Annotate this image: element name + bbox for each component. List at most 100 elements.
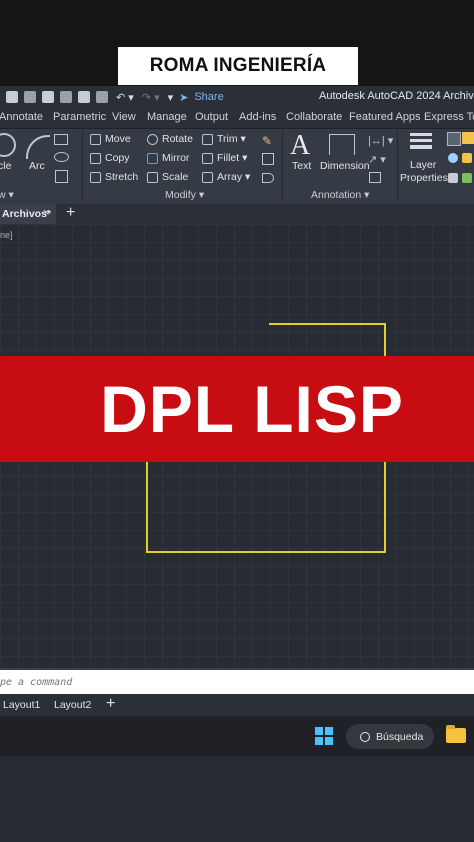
tab-featured-apps[interactable]: Featured Apps <box>349 111 421 123</box>
search-label: Búsqueda <box>376 730 424 743</box>
trim-button[interactable]: Trim ▾ <box>202 133 246 145</box>
layer-match-icon[interactable] <box>448 173 458 183</box>
share-button[interactable]: Share <box>194 91 223 103</box>
annotation-panel-label[interactable]: Annotation ▾ <box>311 189 369 201</box>
leader-icon[interactable]: ↗ ▾ <box>368 153 386 166</box>
layer-freeze-icon[interactable] <box>448 153 458 163</box>
trim-label: Trim ▾ <box>217 133 246 145</box>
add-layout-button[interactable]: + <box>106 695 115 713</box>
copy-label: Copy <box>105 152 130 164</box>
tab-express-tools[interactable]: Express Too <box>424 111 474 123</box>
tab-add-ins[interactable]: Add-ins <box>239 111 276 123</box>
panel-divider <box>397 131 398 201</box>
scale-icon <box>147 171 158 183</box>
mirror-label: Mirror <box>162 152 190 164</box>
fillet-button[interactable]: Fillet ▾ <box>202 152 247 164</box>
rotate-icon <box>147 133 158 145</box>
arc-icon[interactable] <box>26 135 50 159</box>
fillet-label: Fillet ▾ <box>217 152 248 164</box>
circle-button[interactable]: cle <box>0 160 11 172</box>
dimension-button[interactable]: Dimension <box>320 160 370 172</box>
layer-properties-icon[interactable] <box>410 133 432 149</box>
layer-lock-icon[interactable] <box>462 153 472 163</box>
rotate-label: Rotate <box>162 133 193 145</box>
ribbon: cle Arc w ▾ Move Rotate Trim ▾ ✎ Copy Mi… <box>0 128 474 205</box>
layer-iso-icon[interactable] <box>462 173 472 183</box>
hatch-icon[interactable] <box>55 170 68 183</box>
tab-layout2[interactable]: Layout2 <box>54 699 91 711</box>
search-icon <box>360 731 370 742</box>
ribbon-tab-bar: Annotate Parametric View Manage Output A… <box>0 108 474 128</box>
rectangle-icon[interactable] <box>54 134 68 145</box>
draw-panel-label[interactable]: w ▾ <box>0 189 14 201</box>
fillet-icon <box>202 152 213 164</box>
stretch-label: Stretch <box>105 171 139 183</box>
tab-layout1[interactable]: Layout1 <box>3 699 40 711</box>
app-title: Autodesk AutoCAD 2024 Archivos.d <box>319 90 474 102</box>
tab-annotate[interactable]: Annotate <box>0 111 43 123</box>
windows-taskbar: Búsqueda <box>0 716 474 756</box>
mirror-icon <box>147 152 158 164</box>
layer-properties-label-1[interactable]: Layer <box>410 159 436 171</box>
array-button[interactable]: Array ▾ <box>202 171 250 183</box>
tab-view[interactable]: View <box>112 111 136 123</box>
move-icon <box>90 133 101 145</box>
taskbar-search-button[interactable]: Búsqueda <box>346 724 434 749</box>
save-icon[interactable] <box>42 91 54 103</box>
table-icon[interactable] <box>369 172 381 183</box>
array-label: Array ▾ <box>217 171 251 183</box>
title-banner: DPL LISP <box>0 356 474 462</box>
tab-manage[interactable]: Manage <box>147 111 187 123</box>
banner-title: DPL LISP <box>100 372 404 446</box>
move-label: Move <box>105 133 131 145</box>
copy-icon <box>90 152 101 164</box>
tab-collaborate[interactable]: Collaborate <box>286 111 342 123</box>
print-icon[interactable] <box>96 91 108 103</box>
offset-icon[interactable] <box>262 173 274 183</box>
text-icon[interactable]: A <box>290 130 310 162</box>
panel-divider <box>82 131 83 201</box>
layout-tab-bar: Layout1 Layout2 + <box>0 694 474 716</box>
layer-tool-icon[interactable] <box>447 132 461 146</box>
explode-icon[interactable] <box>262 153 274 165</box>
erase-icon[interactable]: ✎ <box>262 134 272 148</box>
close-tab-icon[interactable]: × <box>43 207 49 219</box>
save-as-icon[interactable] <box>60 91 72 103</box>
mirror-button[interactable]: Mirror <box>147 152 189 164</box>
trim-icon <box>202 133 213 145</box>
customize-toolbar-icon[interactable]: ▾ <box>168 91 174 104</box>
bottom-background <box>0 756 474 842</box>
rotate-button[interactable]: Rotate <box>147 133 193 145</box>
quick-access-toolbar: ↶ ▾ ↷ ▾ ▾ ➤ Share Autodesk AutoCAD 2024 … <box>0 86 474 108</box>
command-line <box>0 668 474 696</box>
array-icon <box>202 171 213 183</box>
dimension-icon[interactable] <box>329 134 355 155</box>
move-button[interactable]: Move <box>90 133 131 145</box>
undo-icon[interactable]: ↶ ▾ <box>116 91 134 104</box>
file-tab-bar: Archivos* × + <box>0 204 474 224</box>
layer-state-icon[interactable] <box>462 132 474 144</box>
open-file-icon[interactable] <box>24 91 36 103</box>
linear-dim-icon[interactable]: |↔| ▾ <box>368 134 393 147</box>
arc-button[interactable]: Arc <box>29 160 45 172</box>
layer-properties-label-2[interactable]: Properties <box>400 172 448 184</box>
new-file-icon[interactable] <box>6 91 18 103</box>
file-explorer-icon[interactable] <box>446 725 466 743</box>
redo-icon[interactable]: ↷ ▾ <box>142 91 160 104</box>
scale-label: Scale <box>162 171 189 183</box>
modify-panel-label[interactable]: Modify ▾ <box>165 189 204 201</box>
tab-parametric[interactable]: Parametric <box>53 111 106 123</box>
windows-start-icon[interactable] <box>315 727 333 745</box>
scale-button[interactable]: Scale <box>147 171 188 183</box>
plot-icon[interactable] <box>78 91 90 103</box>
share-icon[interactable]: ➤ <box>179 91 188 104</box>
command-input[interactable] <box>0 673 472 691</box>
ellipse-icon[interactable] <box>54 152 69 162</box>
panel-divider <box>282 131 283 201</box>
stretch-icon <box>90 171 101 183</box>
circle-icon[interactable] <box>0 133 16 157</box>
tab-output[interactable]: Output <box>195 111 228 123</box>
stretch-button[interactable]: Stretch <box>90 171 138 183</box>
copy-button[interactable]: Copy <box>90 152 130 164</box>
new-tab-button[interactable]: + <box>66 204 75 222</box>
